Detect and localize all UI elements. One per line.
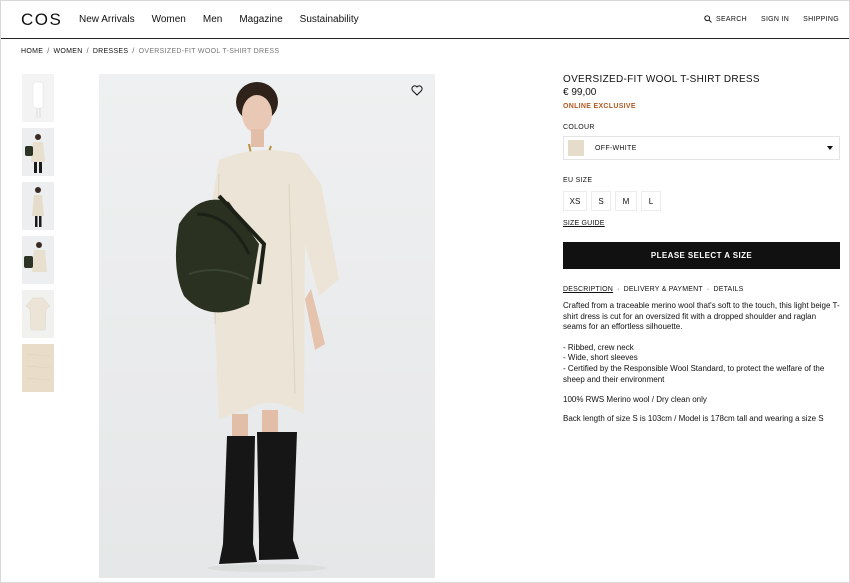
tab-delivery-payment[interactable]: DELIVERY & PAYMENT — [624, 286, 703, 293]
thumbnail-image — [25, 353, 51, 381]
thumbnail-list — [22, 74, 54, 398]
thumbnail-image — [25, 134, 45, 173]
breadcrumb-current: OVERSIZED-FIT WOOL T-SHIRT DRESS — [138, 48, 280, 55]
online-exclusive-badge: ONLINE EXCLUSIVE — [563, 103, 636, 110]
colour-swatch — [568, 140, 584, 156]
breadcrumb-dresses[interactable]: DRESSES — [93, 48, 129, 55]
colour-label: COLOUR — [563, 124, 595, 131]
tab-details[interactable]: DETAILS — [713, 286, 743, 293]
size-option-m[interactable]: M — [615, 191, 637, 211]
thumbnail-image — [32, 187, 44, 227]
size-option-s[interactable]: S — [591, 191, 611, 211]
nav-sustainability[interactable]: Sustainability — [300, 14, 359, 25]
thumbnail-image — [24, 242, 47, 272]
feature-item: - Wide, short sleeves — [563, 353, 638, 363]
main-nav: New Arrivals Women Men Magazine Sustaina… — [79, 14, 359, 25]
breadcrumb: HOME / WOMEN / DRESSES / OVERSIZED-FIT W… — [21, 48, 279, 55]
colour-dropdown[interactable]: OFF-WHITE — [563, 136, 840, 160]
site-header: COS New Arrivals Women Men Magazine Sust… — [1, 1, 849, 39]
tab-description[interactable]: DESCRIPTION — [563, 286, 613, 293]
measurements: Back length of size S is 103cm / Model i… — [563, 414, 824, 424]
feature-item: - Ribbed, crew neck — [563, 342, 634, 352]
thumbnail-image — [25, 297, 51, 331]
size-options: XS S M L — [563, 191, 840, 211]
breadcrumb-separator: / — [47, 48, 50, 55]
feature-list: - Ribbed, crew neck - Wide, short sleeve… — [563, 343, 840, 385]
info-tabs: DESCRIPTION · DELIVERY & PAYMENT · DETAI… — [563, 286, 840, 293]
caret-down-icon — [827, 146, 833, 150]
thumbnail-3[interactable] — [22, 182, 54, 230]
thumbnail-5[interactable] — [22, 290, 54, 338]
tab-separator: · — [706, 286, 710, 293]
tab-separator: · — [617, 286, 620, 293]
sign-in-link[interactable]: SIGN IN — [761, 16, 789, 23]
thumbnail-1[interactable] — [22, 74, 54, 122]
size-option-xs[interactable]: XS — [563, 191, 587, 211]
nav-men[interactable]: Men — [203, 14, 222, 25]
search-label: SEARCH — [715, 15, 747, 23]
heart-icon[interactable] — [411, 85, 423, 96]
main-product-image[interactable] — [99, 74, 435, 578]
thumbnail-image — [32, 81, 44, 118]
feature-item: - Certified by the Responsible Wool Stan… — [563, 363, 825, 384]
nav-women[interactable]: Women — [152, 14, 186, 25]
thumbnail-6[interactable] — [22, 344, 54, 392]
select-size-button[interactable]: PLEASE SELECT A SIZE — [563, 242, 840, 269]
material-care: 100% RWS Merino wool / Dry clean only — [563, 395, 707, 405]
thumbnail-2[interactable] — [22, 128, 54, 176]
thumbnail-4[interactable] — [22, 236, 54, 284]
size-guide-link[interactable]: SIZE GUIDE — [563, 220, 605, 227]
nav-magazine[interactable]: Magazine — [239, 14, 282, 25]
product-details-panel: OVERSIZED-FIT WOOL T-SHIRT DRESS € 99,00… — [563, 74, 840, 423]
breadcrumb-separator: / — [132, 48, 135, 55]
cos-logo[interactable]: COS — [21, 10, 62, 30]
product-description: Crafted from a traceable merino wool tha… — [563, 301, 840, 332]
search-button[interactable]: SEARCH — [704, 15, 747, 23]
size-option-l[interactable]: L — [641, 191, 661, 211]
product-photo — [99, 74, 435, 578]
nav-new-arrivals[interactable]: New Arrivals — [79, 14, 135, 25]
product-price: € 99,00 — [563, 87, 597, 98]
size-label: EU SIZE — [563, 177, 593, 184]
search-icon — [704, 15, 712, 23]
utility-nav: SEARCH SIGN IN SHIPPING — [704, 15, 839, 23]
shipping-link[interactable]: SHIPPING — [803, 16, 839, 23]
breadcrumb-women[interactable]: WOMEN — [53, 48, 82, 55]
breadcrumb-home[interactable]: HOME — [21, 48, 43, 55]
colour-value: OFF-WHITE — [595, 144, 637, 152]
breadcrumb-separator: / — [86, 48, 89, 55]
product-title: OVERSIZED-FIT WOOL T-SHIRT DRESS — [563, 74, 760, 85]
